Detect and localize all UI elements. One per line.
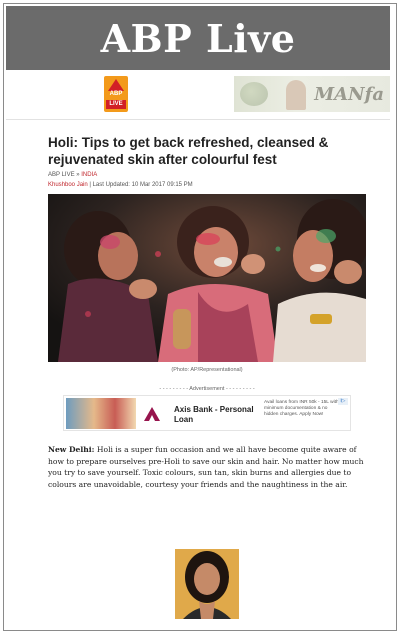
author-link[interactable]: Khushboo Jain (48, 182, 88, 188)
updated-timestamp: 10 Mar 2017 09:15 PM (131, 182, 193, 188)
article-body-text: Holi is a super fun occasion and we all … (48, 445, 364, 489)
dateline: New Delhi: (48, 445, 95, 454)
ad-thumbnail-image[interactable] (66, 398, 136, 429)
article-body: New Delhi: Holi is a super fun occasion … (48, 444, 366, 490)
holi-celebration-illustration (48, 194, 366, 362)
ad-choices-icon[interactable]: i▷ (338, 398, 348, 405)
logo-live-text: LIVE (106, 100, 126, 109)
advertisement-label: - - - - - - - - - Advertisement - - - - … (159, 386, 255, 392)
logo-triangle-icon (108, 79, 124, 91)
ad-model-graphic (286, 80, 306, 110)
breadcrumb-section[interactable]: INDIA (81, 172, 97, 178)
banner: ABP Live (6, 6, 390, 70)
updated-label: | Last Updated: (87, 182, 132, 188)
breadcrumb: ABP LIVE » INDIA (48, 172, 97, 178)
advertisement-unit[interactable]: Axis Bank - Personal Loan Avail loans fr… (63, 395, 351, 431)
ad-description: Avail loans from INR 50k - 15L with mini… (264, 400, 339, 417)
article-title: Holi: Tips to get back refreshed, cleans… (48, 135, 329, 167)
hero-photo (48, 194, 366, 362)
breadcrumb-separator: » (76, 172, 80, 178)
photo-caption: (Photo: AP/Representational) (171, 367, 243, 373)
header-ad-banner[interactable]: MANfa (234, 76, 390, 112)
breadcrumb-home[interactable]: ABP LIVE (48, 172, 75, 178)
banner-title: ABP Live (100, 15, 296, 61)
ad-brand-text: MANfa (314, 84, 384, 105)
ad-title[interactable]: Axis Bank - Personal Loan (174, 405, 254, 425)
logo-abp-text: ABP (109, 91, 123, 97)
author-photo (175, 549, 239, 619)
abp-live-logo[interactable]: ABP LIVE (104, 76, 128, 112)
byline: Khushboo Jain | Last Updated: 10 Mar 201… (48, 182, 193, 188)
site-header: ABP LIVE MANfa (6, 72, 390, 120)
author-portrait-illustration (175, 549, 239, 619)
ad-flower-graphic (240, 82, 268, 106)
axis-bank-logo-icon (144, 407, 160, 421)
